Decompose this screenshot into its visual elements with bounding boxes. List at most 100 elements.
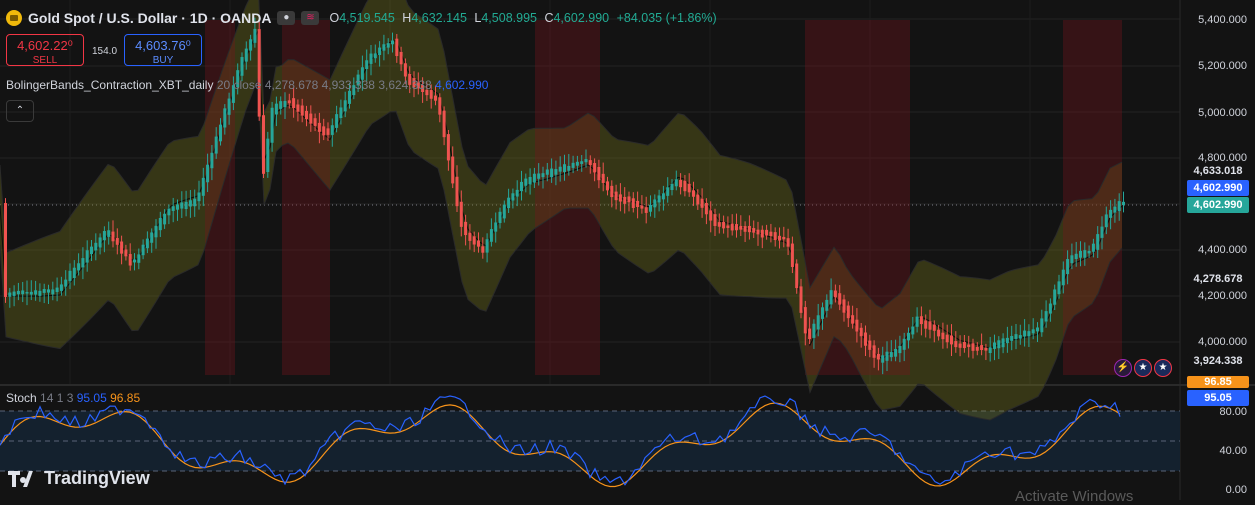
sell-button[interactable]: 4,602.22⁰ SELL [6, 34, 84, 66]
candle-body [1018, 335, 1022, 339]
lightning-icon[interactable]: ⚡ [1114, 359, 1132, 377]
candle-body [1104, 214, 1108, 228]
candle-body [72, 267, 76, 278]
candle-body [765, 229, 769, 236]
candle-body [1036, 327, 1039, 332]
candle-body [287, 100, 291, 104]
candle-body [769, 231, 773, 237]
candle-body [1096, 234, 1100, 250]
candle-body [85, 250, 89, 263]
candle-body [958, 343, 962, 348]
candle-body [382, 44, 386, 51]
ohlc-values: O4,519.545 H4,632.145 L4,508.995 C4,602.… [329, 11, 717, 25]
candle-body [494, 222, 498, 232]
candle-body [597, 166, 601, 181]
candle-body [184, 201, 188, 210]
candle-body [537, 173, 541, 179]
candle-body [171, 206, 175, 211]
candle-body [343, 100, 347, 112]
candle-body [550, 168, 554, 178]
candle-body [369, 53, 373, 64]
tradingview-logo[interactable]: TradingView [8, 468, 150, 489]
candle-body [803, 307, 807, 334]
candle-body [928, 321, 932, 330]
candle-body [825, 299, 829, 311]
candle-body [915, 316, 919, 327]
candle-body [683, 180, 687, 192]
candle-body [967, 344, 971, 347]
candle-body [64, 279, 68, 287]
candle-body [296, 104, 300, 112]
buy-button[interactable]: 4,603.76⁰ BUY [124, 34, 202, 66]
candle-body [838, 293, 842, 305]
candle-body [455, 176, 459, 207]
candle-body [696, 194, 700, 205]
candle-body [842, 299, 846, 313]
candle-body [872, 345, 876, 358]
candle-body [795, 263, 799, 289]
candle-body [571, 162, 575, 168]
candle-body [984, 347, 988, 351]
stoch-axis-label: 80.00 [1219, 406, 1247, 418]
candle-body [257, 29, 261, 117]
stoch-legend[interactable]: Stoch 14 1 3 95.05 96.85 [6, 391, 140, 405]
candle-body [137, 254, 141, 263]
candle-body [240, 57, 244, 76]
us-flag-icon[interactable]: ★ [1154, 359, 1172, 377]
candle-body [743, 226, 747, 232]
candle-body [954, 341, 958, 348]
candle-body [102, 231, 106, 241]
candle-body [657, 195, 661, 203]
eye-icon[interactable]: ● [277, 11, 296, 25]
event-markers[interactable]: ⚡ ★ ★ [1114, 359, 1172, 377]
candle-body [786, 238, 790, 247]
candle-body [790, 243, 794, 267]
candle-body [829, 290, 833, 305]
indicator-legend[interactable]: BolingerBands_Contraction_XBT_daily 20 c… [6, 78, 488, 92]
candle-body [821, 307, 824, 319]
candle-body [1061, 269, 1065, 286]
candle-body [489, 229, 493, 242]
candle-body [59, 284, 63, 291]
candle-body [528, 177, 532, 185]
candle-body [932, 324, 936, 331]
candle-body [760, 229, 764, 238]
candle-body [386, 43, 390, 48]
candle-body [472, 236, 476, 245]
candle-body [446, 134, 450, 161]
chart-canvas[interactable] [0, 0, 1255, 500]
candle-body [653, 199, 657, 208]
candle-body [150, 232, 154, 243]
candle-body [709, 210, 713, 221]
stoch-axis-label: 40.00 [1219, 445, 1247, 457]
candle-body [1091, 243, 1095, 252]
stoch-k-tag: 95.05 [1187, 390, 1249, 406]
contraction-zone [535, 20, 600, 375]
price-axis-label: 5,200.000 [1198, 60, 1247, 72]
candle-body [158, 217, 162, 231]
wave-icon[interactable]: ≋ [301, 11, 320, 25]
candle-body [262, 115, 265, 174]
price-axis-label: 5,000.000 [1198, 107, 1247, 119]
candle-body [747, 225, 751, 233]
candle-body [34, 290, 38, 295]
candle-body [145, 238, 149, 249]
gold-coin-icon [6, 10, 22, 26]
candle-body [279, 101, 283, 109]
candle-body [713, 214, 717, 226]
symbol-title[interactable]: Gold Spot / U.S. Dollar · 1D · OANDA [28, 10, 271, 26]
close-price-tag: 4,602.990 [1187, 197, 1249, 213]
candle-body [12, 291, 16, 296]
us-flag-icon[interactable]: ★ [1134, 359, 1152, 377]
collapse-legend-button[interactable]: ⌃ [6, 100, 34, 122]
candle-body [403, 63, 407, 77]
candle-body [197, 192, 201, 202]
upper-band-tag: 4,633.018 [1187, 163, 1249, 179]
candle-body [1122, 201, 1125, 206]
candle-body [670, 184, 674, 190]
candle-body [735, 224, 738, 231]
candle-body [636, 200, 640, 208]
candle-body [438, 97, 442, 115]
candle-body [120, 241, 124, 254]
candle-body [864, 332, 867, 346]
